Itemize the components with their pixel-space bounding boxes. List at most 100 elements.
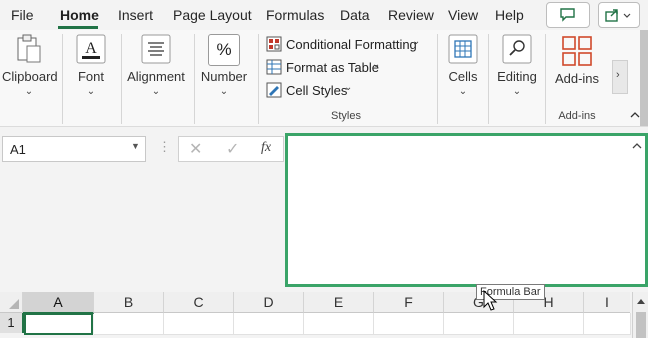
mouse-cursor-icon [483,290,498,311]
column-header[interactable]: A [23,292,94,314]
cell[interactable] [514,313,584,335]
share-button[interactable] [598,2,640,28]
chevron-down-icon: ⌄ [458,86,468,97]
collapse-icon [630,112,640,118]
cell[interactable] [94,313,164,335]
collapse-ribbon-button[interactable] [629,108,641,122]
conditional-formatting-icon [266,36,282,52]
cell[interactable] [234,313,304,335]
add-ins-button[interactable]: Add-ins [552,34,602,94]
tab-home[interactable]: Home [60,7,99,23]
drag-handle-icon[interactable]: ⋮ [158,139,171,155]
formula-bar[interactable] [285,133,648,287]
chevron-down-icon: ⌄ [219,86,229,97]
font-color-icon: A [76,34,106,64]
alignment-label: Alignment [127,69,185,84]
cell-styles-label: Cell Styles [286,83,348,98]
name-box[interactable]: A1 ▼ [2,136,146,162]
add-ins-label: Add-ins [554,71,600,86]
number-button[interactable]: % Number ⌄ [198,34,250,104]
cell[interactable] [374,313,444,335]
cells-button[interactable]: Cells ⌄ [442,34,484,104]
comments-button[interactable] [546,2,590,28]
align-icon [141,34,171,64]
tab-help[interactable]: Help [495,7,524,23]
paste-icon [17,34,41,63]
select-all-button[interactable] [0,292,23,313]
name-box-value: A1 [10,142,26,157]
select-all-icon [9,299,19,309]
comment-icon [560,8,575,22]
chevron-down-icon: ⌄ [512,86,522,97]
styles-group-label: Styles [331,110,361,122]
font-button[interactable]: A Font ⌄ [68,34,114,104]
search-icon [502,34,532,64]
clipboard-label: Clipboard [2,69,58,84]
menu-bar: File Home Insert Page Layout Formulas Da… [0,0,648,30]
chevron-down-icon: ⌄ [86,86,96,97]
ribbon-scroll-button[interactable]: › [612,60,628,94]
format-as-table-icon [266,59,282,75]
column-header[interactable]: I [584,292,630,313]
ribbon-divider [121,34,122,124]
conditional-formatting-label: Conditional Formatting [286,37,417,52]
row-header[interactable]: 1 [0,313,24,333]
chevron-down-icon: ⌄ [151,86,161,97]
tab-formulas[interactable]: Formulas [266,7,324,23]
column-header[interactable]: D [234,292,304,313]
ribbon-divider [488,34,489,124]
enter-icon[interactable]: ✓ [226,139,239,159]
format-as-table-button[interactable]: Format as Table ⌄ [266,59,386,77]
cells-icon [448,34,478,64]
formula-buttons: ✕ ✓ fx [178,136,284,162]
ribbon-divider [545,34,546,124]
svg-text:A: A [85,40,97,57]
scroll-thumb[interactable] [636,312,646,338]
vertical-scrollbar[interactable] [632,292,648,338]
format-as-table-label: Format as Table [286,60,379,75]
column-header[interactable]: E [304,292,374,313]
editing-label: Editing [497,69,537,84]
ribbon-scrollbar[interactable] [640,30,648,126]
cell-styles-button[interactable]: Cell Styles ⌄ [266,82,356,100]
cell[interactable] [444,313,514,335]
ribbon-divider [194,34,195,124]
cell[interactable] [304,313,374,335]
tab-view[interactable]: View [448,7,478,23]
percent-icon: % [208,34,240,66]
chevron-down-icon: ⌄ [24,86,34,97]
conditional-formatting-button[interactable]: Conditional Formatting ⌄ [266,36,426,54]
cancel-icon[interactable]: ✕ [189,139,202,159]
column-header[interactable]: F [374,292,444,313]
column-header[interactable]: B [94,292,164,313]
alignment-button[interactable]: Alignment ⌄ [124,34,188,104]
dropdown-arrow-icon: ▼ [131,141,140,151]
scroll-up-icon[interactable] [636,297,646,305]
fx-icon[interactable]: fx [261,140,271,156]
tab-file[interactable]: File [11,7,34,23]
ribbon-divider [62,34,63,124]
active-tab-indicator [58,26,98,29]
number-label: Number [200,69,248,84]
font-label: Font [77,69,104,84]
tab-page-layout[interactable]: Page Layout [173,7,252,23]
cell[interactable] [584,313,631,335]
tab-data[interactable]: Data [340,7,370,23]
share-icon [605,9,631,22]
tab-insert[interactable]: Insert [118,7,153,23]
chevron-down-icon: ⌄ [372,59,381,70]
add-ins-group-label: Add-ins [558,110,596,122]
add-ins-icon [562,36,592,66]
chevron-right-icon: › [616,69,620,81]
collapse-formula-bar-icon[interactable] [632,142,642,150]
cells-label: Cells [448,69,478,84]
cell[interactable] [164,313,234,335]
editing-button[interactable]: Editing ⌄ [494,34,540,104]
ribbon-divider [258,34,259,124]
ribbon-divider [437,34,438,124]
cell-a1[interactable] [24,313,93,335]
clipboard-button[interactable]: Clipboard ⌄ [2,34,58,104]
chevron-down-icon: ⌄ [412,36,421,47]
tab-review[interactable]: Review [388,7,434,23]
column-header[interactable]: C [164,292,234,313]
